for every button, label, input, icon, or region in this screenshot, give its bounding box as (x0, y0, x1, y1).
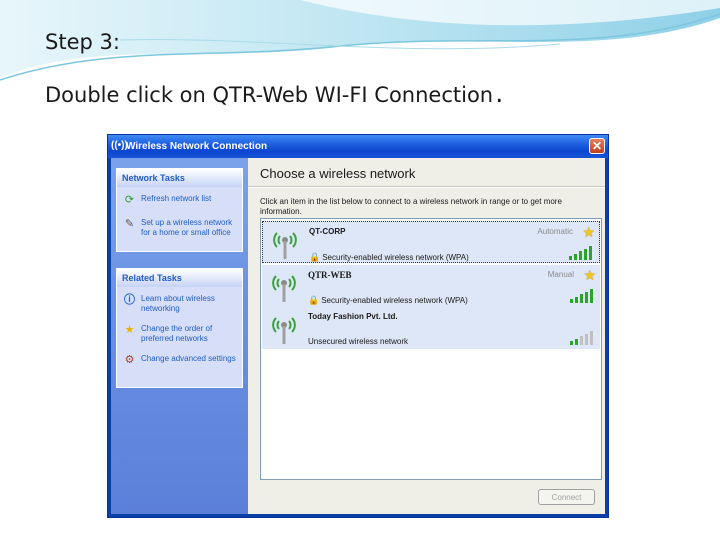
wireless-antenna-icon (273, 232, 297, 259)
slide-instruction-text: Double click on QTR-Web WI-FI Connection (45, 83, 494, 107)
security-label: Security-enabled wireless network (WPA) (321, 296, 468, 305)
task-label: Change the order of preferred networks (141, 324, 213, 343)
settings-icon: ⚙ (124, 354, 135, 366)
network-security-status: 🔒 Security-enabled wireless network (WPA) (309, 252, 469, 263)
info-icon: ⓘ (124, 294, 135, 306)
network-connection-mode: Manual (547, 270, 574, 279)
lock-icon: 🔒 (309, 252, 321, 262)
network-row-qtr-web[interactable]: QTR-WEB Manual ★ 🔒 Security-enabled wirel… (262, 265, 600, 307)
related-tasks-header: Related Tasks (117, 269, 242, 287)
network-tasks-panel: Network Tasks ⟳ Refresh network list ✎ S… (116, 168, 243, 252)
signal-strength-icon (569, 246, 593, 260)
learn-about-wireless-link[interactable]: ⓘ Learn about wireless networking (117, 294, 242, 314)
window-client-area: Network Tasks ⟳ Refresh network list ✎ S… (111, 158, 605, 514)
task-label: Change advanced settings (141, 354, 236, 363)
task-label: Set up a wireless network for a home or … (141, 218, 233, 237)
change-advanced-settings-link[interactable]: ⚙ Change advanced settings (117, 354, 242, 366)
network-row-today-fashion[interactable]: Today Fashion Pvt. Ltd. Unsecured wirele… (262, 307, 600, 349)
wireless-network-connection-window: ((•)) Wireless Network Connection ✕ Netw… (107, 134, 609, 518)
heading-divider (248, 186, 605, 188)
slide-instruction-period: . (495, 79, 504, 109)
network-list[interactable]: QT-CORP Automatic ★ 🔒 Security-enabled wi… (260, 218, 602, 480)
task-label: Refresh network list (141, 194, 212, 203)
window-titlebar[interactable]: ((•)) Wireless Network Connection ✕ (108, 135, 608, 158)
connect-button[interactable]: Connect (538, 489, 595, 505)
task-label: Learn about wireless networking (141, 294, 215, 313)
network-tasks-header: Network Tasks (117, 169, 242, 187)
close-button[interactable]: ✕ (589, 138, 605, 154)
preferred-network-star-icon: ★ (583, 267, 596, 283)
wireless-antenna-icon (272, 317, 296, 344)
intro-text: Click an item in the list below to conne… (260, 197, 562, 216)
network-name: QT-CORP (309, 227, 346, 236)
network-security-status: 🔒 Security-enabled wireless network (WPA) (308, 295, 468, 306)
wireless-antenna-icon (272, 275, 296, 302)
slide-title: Step 3: (45, 30, 120, 54)
refresh-icon: ⟳ (124, 194, 135, 206)
network-row-qt-corp[interactable]: QT-CORP Automatic ★ 🔒 Security-enabled wi… (262, 221, 600, 263)
network-security-status: Unsecured wireless network (308, 337, 408, 346)
security-label: Unsecured wireless network (308, 337, 409, 346)
setup-wireless-network-link[interactable]: ✎ Set up a wireless network for a home o… (117, 218, 242, 238)
page-title: Choose a wireless network (260, 166, 416, 181)
network-name: QTR-WEB (308, 270, 352, 280)
slide-instruction: Double click on QTR-Web WI-FI Connection… (45, 79, 503, 109)
signal-strength-icon (570, 289, 594, 303)
signal-strength-icon (570, 331, 594, 345)
network-connection-mode: Automatic (537, 227, 573, 236)
change-order-preferred-link[interactable]: ★ Change the order of preferred networks (117, 324, 242, 344)
setup-network-icon: ✎ (124, 218, 135, 230)
network-name: Today Fashion Pvt. Ltd. (308, 312, 398, 321)
wireless-network-icon: ((•)) (111, 140, 128, 151)
related-tasks-panel: Related Tasks ⓘ Learn about wireless net… (116, 268, 243, 388)
star-icon: ★ (124, 324, 135, 336)
task-sidebar: Network Tasks ⟳ Refresh network list ✎ S… (111, 158, 248, 514)
preferred-network-star-icon: ★ (582, 224, 595, 240)
refresh-network-list-link[interactable]: ⟳ Refresh network list (117, 194, 242, 206)
window-title: Wireless Network Connection (126, 141, 268, 152)
lock-icon: 🔒 (308, 295, 320, 305)
main-panel: Choose a wireless network Click an item … (248, 158, 605, 514)
security-label: Security-enabled wireless network (WPA) (322, 253, 469, 262)
